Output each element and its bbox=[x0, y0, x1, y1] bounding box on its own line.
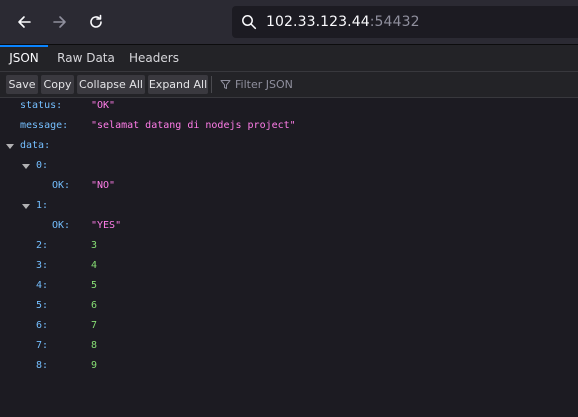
key-item-3: 3: bbox=[36, 260, 49, 271]
tree-row-item-8[interactable]: 8: 9 bbox=[0, 356, 578, 376]
key-item-0-ok: OK: bbox=[52, 180, 71, 191]
forward-button[interactable] bbox=[44, 6, 76, 38]
value-item-8: 9 bbox=[91, 360, 98, 371]
tree-row-message[interactable]: message: "selamat datang di nodejs proje… bbox=[0, 116, 578, 136]
expand-all-button[interactable]: Expand All bbox=[148, 75, 208, 94]
tree-row-item-1-ok[interactable]: OK: "YES" bbox=[0, 216, 578, 236]
key-item-7: 7: bbox=[36, 340, 49, 351]
value-message: "selamat datang di nodejs project" bbox=[91, 120, 296, 131]
tree-row-item-0[interactable]: 0: bbox=[0, 156, 578, 176]
tab-headers[interactable]: Headers bbox=[124, 45, 184, 71]
key-item-1-ok: OK: bbox=[52, 220, 71, 231]
save-button[interactable]: Save bbox=[6, 75, 38, 94]
search-icon bbox=[241, 14, 257, 30]
key-data: data: bbox=[20, 140, 51, 151]
tree-row-item-5[interactable]: 5: 6 bbox=[0, 296, 578, 316]
value-item-1-ok: "YES" bbox=[91, 220, 122, 231]
value-status: "OK" bbox=[91, 100, 116, 111]
value-item-3: 4 bbox=[91, 260, 98, 271]
copy-button[interactable]: Copy bbox=[41, 75, 74, 94]
key-message: message: bbox=[20, 120, 69, 131]
tree-row-item-3[interactable]: 3: 4 bbox=[0, 256, 578, 276]
tree-row-item-4[interactable]: 4: 5 bbox=[0, 276, 578, 296]
url-port: :54432 bbox=[369, 14, 420, 30]
key-item-1: 1: bbox=[36, 200, 49, 211]
value-item-2: 3 bbox=[91, 240, 98, 251]
url-host: 102.33.123.44 bbox=[266, 14, 370, 30]
viewer-tab-bar: JSON Raw Data Headers bbox=[0, 45, 578, 72]
reload-icon bbox=[90, 14, 102, 28]
tree-row-item-2[interactable]: 2: 3 bbox=[0, 236, 578, 256]
value-item-4: 5 bbox=[91, 280, 98, 291]
tree-row-status[interactable]: status: "OK" bbox=[0, 96, 578, 116]
filter-placeholder: Filter JSON bbox=[235, 78, 293, 91]
forward-arrow-icon bbox=[53, 16, 66, 28]
tree-row-data[interactable]: data: bbox=[0, 136, 578, 156]
key-item-5: 5: bbox=[36, 300, 49, 311]
key-item-4: 4: bbox=[36, 280, 49, 291]
expand-triangle-icon[interactable] bbox=[22, 204, 30, 209]
collapse-all-button[interactable]: Collapse All bbox=[77, 75, 145, 94]
url-text[interactable]: 102.33.123.44:54432 bbox=[266, 14, 420, 30]
filter-json-input[interactable]: Filter JSON bbox=[220, 75, 293, 94]
back-arrow-icon bbox=[18, 16, 31, 28]
tree-row-item-0-ok[interactable]: OK: "NO" bbox=[0, 176, 578, 196]
browser-toolbar: 102.33.123.44:54432 bbox=[0, 0, 578, 45]
key-item-2: 2: bbox=[36, 240, 49, 251]
key-item-6: 6: bbox=[36, 320, 49, 331]
reload-button[interactable] bbox=[80, 6, 112, 38]
key-item-8: 8: bbox=[36, 360, 49, 371]
tab-raw-data[interactable]: Raw Data bbox=[52, 45, 120, 71]
toolbar-divider bbox=[211, 76, 212, 93]
json-toolbar: Save Copy Collapse All Expand All Filter… bbox=[0, 72, 578, 98]
expand-triangle-icon[interactable] bbox=[22, 164, 30, 169]
key-status: status: bbox=[20, 100, 63, 111]
tree-row-item-6[interactable]: 6: 7 bbox=[0, 316, 578, 336]
tab-json[interactable]: JSON bbox=[0, 45, 48, 71]
expand-triangle-icon[interactable] bbox=[6, 144, 14, 149]
back-button[interactable] bbox=[8, 6, 40, 38]
key-item-0: 0: bbox=[36, 160, 49, 171]
address-bar[interactable]: 102.33.123.44:54432 bbox=[232, 6, 578, 38]
tree-row-item-1[interactable]: 1: bbox=[0, 196, 578, 216]
filter-icon bbox=[220, 80, 231, 89]
value-item-5: 6 bbox=[91, 300, 98, 311]
value-item-6: 7 bbox=[91, 320, 98, 331]
value-item-0-ok: "NO" bbox=[91, 180, 116, 191]
value-item-7: 8 bbox=[91, 340, 98, 351]
json-tree: status: "OK" message: "selamat datang di… bbox=[0, 98, 578, 417]
tree-row-item-7[interactable]: 7: 8 bbox=[0, 336, 578, 356]
